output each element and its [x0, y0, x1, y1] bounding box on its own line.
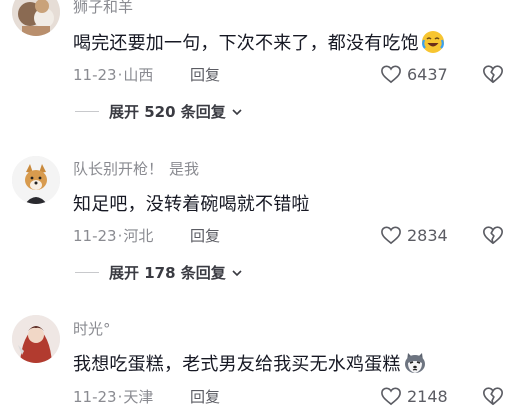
self-tag: 是我	[169, 160, 200, 178]
comment-date: 11-23	[73, 388, 117, 406]
dislike-button[interactable]	[482, 385, 504, 406]
like-button[interactable]: 6437	[380, 64, 448, 84]
comment-date: 11-23	[73, 66, 117, 84]
expand-replies-button[interactable]: 展开 178 条回复	[75, 262, 243, 283]
heart-icon	[380, 225, 402, 245]
dislike-button[interactable]	[482, 224, 504, 246]
expand-replies-label: 展开 520 条回复	[109, 103, 226, 121]
like-count: 2834	[407, 225, 448, 245]
chevron-down-icon	[231, 106, 243, 118]
broken-heart-icon	[482, 224, 504, 246]
reply-button[interactable]: 回复	[190, 225, 220, 246]
comment-username-row: 队长别开枪！ 是我	[73, 158, 199, 179]
avatar[interactable]	[12, 156, 60, 204]
expand-replies-button[interactable]: 展开 520 条回复	[75, 101, 243, 122]
crying-laughing-emoji-icon	[421, 30, 445, 54]
comment-text-body: 喝完还要加一句，下次不来了，都没有吃饱	[73, 33, 419, 54]
like-button[interactable]: 2148	[380, 386, 448, 406]
like-button[interactable]: 2834	[380, 225, 448, 245]
expand-divider	[75, 272, 99, 273]
expand-divider	[75, 111, 99, 112]
meta-separator: ·	[117, 66, 123, 84]
broken-heart-icon	[482, 385, 504, 406]
reply-button[interactable]: 回复	[190, 64, 220, 85]
comment-meta: 11-23·河北	[73, 225, 153, 246]
comment-text: 知足吧，没转着碗喝就不错啦	[73, 194, 310, 215]
comment-username[interactable]: 队长别开枪！	[73, 160, 163, 178]
comment-text: 喝完还要加一句，下次不来了，都没有吃饱	[73, 29, 445, 55]
heart-icon	[380, 64, 402, 84]
meta-separator: ·	[117, 227, 123, 245]
heart-icon	[380, 386, 402, 406]
reply-button[interactable]: 回复	[190, 386, 220, 406]
comment-username[interactable]: 狮子和羊	[73, 0, 133, 17]
comment-text: 我想吃蛋糕，老式男友给我买无水鸡蛋糕	[73, 350, 427, 376]
comment-username[interactable]: 时光°	[73, 318, 111, 339]
broken-heart-icon	[482, 63, 504, 85]
comment-location: 天津	[123, 388, 154, 406]
comment-meta: 11-23·天津	[73, 386, 153, 406]
expand-replies-label: 展开 178 条回复	[109, 264, 226, 282]
comment-meta: 11-23·山西	[73, 64, 153, 85]
dislike-button[interactable]	[482, 63, 504, 85]
comment-text-body: 我想吃蛋糕，老式男友给我买无水鸡蛋糕	[73, 354, 401, 375]
like-count: 6437	[407, 64, 448, 84]
avatar[interactable]	[12, 315, 60, 363]
comment-location: 河北	[123, 227, 154, 245]
meta-separator: ·	[117, 388, 123, 406]
comment-location: 山西	[123, 66, 154, 84]
chevron-down-icon	[231, 267, 243, 279]
husky-emoji-icon	[403, 351, 427, 375]
comment-date: 11-23	[73, 227, 117, 245]
avatar[interactable]	[12, 0, 60, 36]
like-count: 2148	[407, 386, 448, 406]
